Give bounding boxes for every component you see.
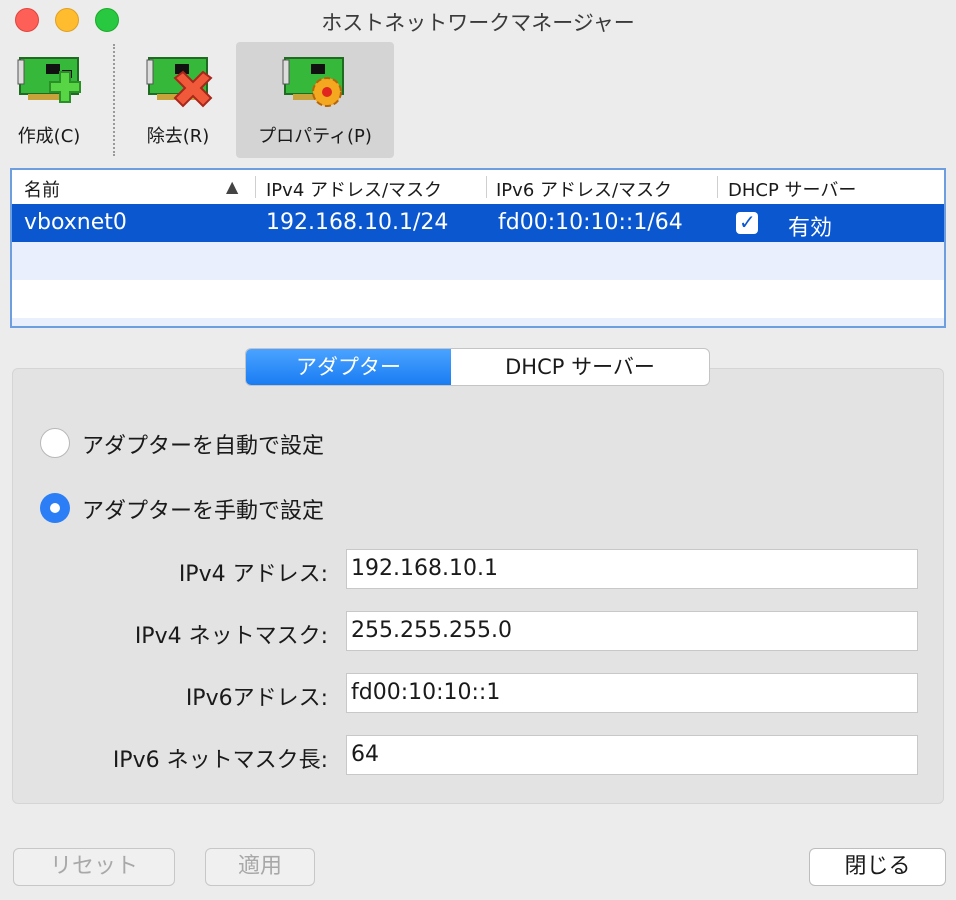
ipv6-prefix-label: IPv6 ネットマスク長: — [112, 748, 328, 773]
ipv4-address-field[interactable]: 192.168.10.1 — [346, 549, 918, 589]
sort-ascending-icon: ▲ — [226, 177, 239, 196]
table-header: 名前 ▲ IPv4 アドレス/マスク IPv6 アドレス/マスク DHCP サー… — [12, 170, 944, 205]
properties-button[interactable]: プロパティ(P) — [236, 42, 394, 158]
create-label: 作成(C) — [17, 126, 81, 147]
ipv4-cell: 192.168.10.1/24 — [266, 210, 449, 235]
tab-dhcp-server[interactable]: DHCP サーバー — [451, 349, 709, 385]
ipv4-mask-label: IPv4 ネットマスク: — [134, 624, 328, 649]
column-divider — [255, 176, 256, 198]
column-divider — [486, 176, 487, 198]
manual-config-label[interactable]: アダプターを手動で設定 — [82, 493, 324, 525]
column-header-ipv6[interactable]: IPv6 アドレス/マスク — [496, 176, 672, 202]
column-divider — [717, 176, 718, 198]
dhcp-enabled-checkbox[interactable]: ✓ — [736, 210, 758, 234]
network-name: vboxnet0 — [24, 210, 127, 235]
reset-button[interactable]: リセット — [13, 848, 175, 886]
properties-label: プロパティ(P) — [258, 126, 372, 147]
apply-button[interactable]: 適用 — [205, 848, 315, 886]
dhcp-cell: 有効 — [788, 216, 833, 241]
toolbar: 作成(C) 除去(R) プロパティ(P) — [0, 40, 956, 160]
manual-config-radio[interactable] — [40, 493, 70, 523]
ipv6-address-label: IPv6アドレス: — [185, 686, 328, 711]
ipv6-address-field[interactable]: fd00:10:10::1 — [346, 673, 918, 713]
window-title: ホストネットワークマネージャー — [321, 11, 635, 35]
auto-config-radio[interactable] — [40, 428, 70, 458]
close-button[interactable]: 閉じる — [809, 848, 946, 886]
network-table: 名前 ▲ IPv4 アドレス/マスク IPv6 アドレス/マスク DHCP サー… — [10, 168, 946, 328]
ipv4-mask-field[interactable]: 255.255.255.0 — [346, 611, 918, 651]
ipv6-prefix-field[interactable]: 64 — [346, 735, 918, 775]
checkmark-icon: ✓ — [739, 210, 756, 234]
column-header-name[interactable]: 名前 — [24, 176, 60, 202]
tab-adapter[interactable]: アダプター — [246, 349, 451, 385]
remove-button[interactable]: 除去(R) — [133, 42, 223, 158]
network-card-properties-icon — [282, 57, 344, 107]
title-bar: ホストネットワークマネージャー — [0, 0, 956, 40]
empty-row — [12, 318, 944, 326]
column-header-ipv4[interactable]: IPv4 アドレス/マスク — [266, 176, 442, 202]
empty-row — [12, 242, 944, 280]
create-button[interactable]: 作成(C) — [4, 42, 94, 158]
network-card-remove-icon — [146, 57, 213, 108]
auto-config-label[interactable]: アダプターを自動で設定 — [82, 428, 324, 460]
column-header-dhcp[interactable]: DHCP サーバー — [728, 176, 856, 202]
remove-label: 除去(R) — [146, 126, 210, 147]
ipv4-address-label: IPv4 アドレス: — [178, 562, 328, 587]
toolbar-separator — [113, 44, 115, 156]
ipv6-cell: fd00:10:10::1/64 — [498, 210, 683, 235]
table-row[interactable]: vboxnet0 192.168.10.1/24 fd00:10:10::1/6… — [12, 204, 944, 242]
tab-bar: アダプター DHCP サーバー — [245, 348, 710, 386]
network-card-add-icon — [17, 57, 81, 103]
